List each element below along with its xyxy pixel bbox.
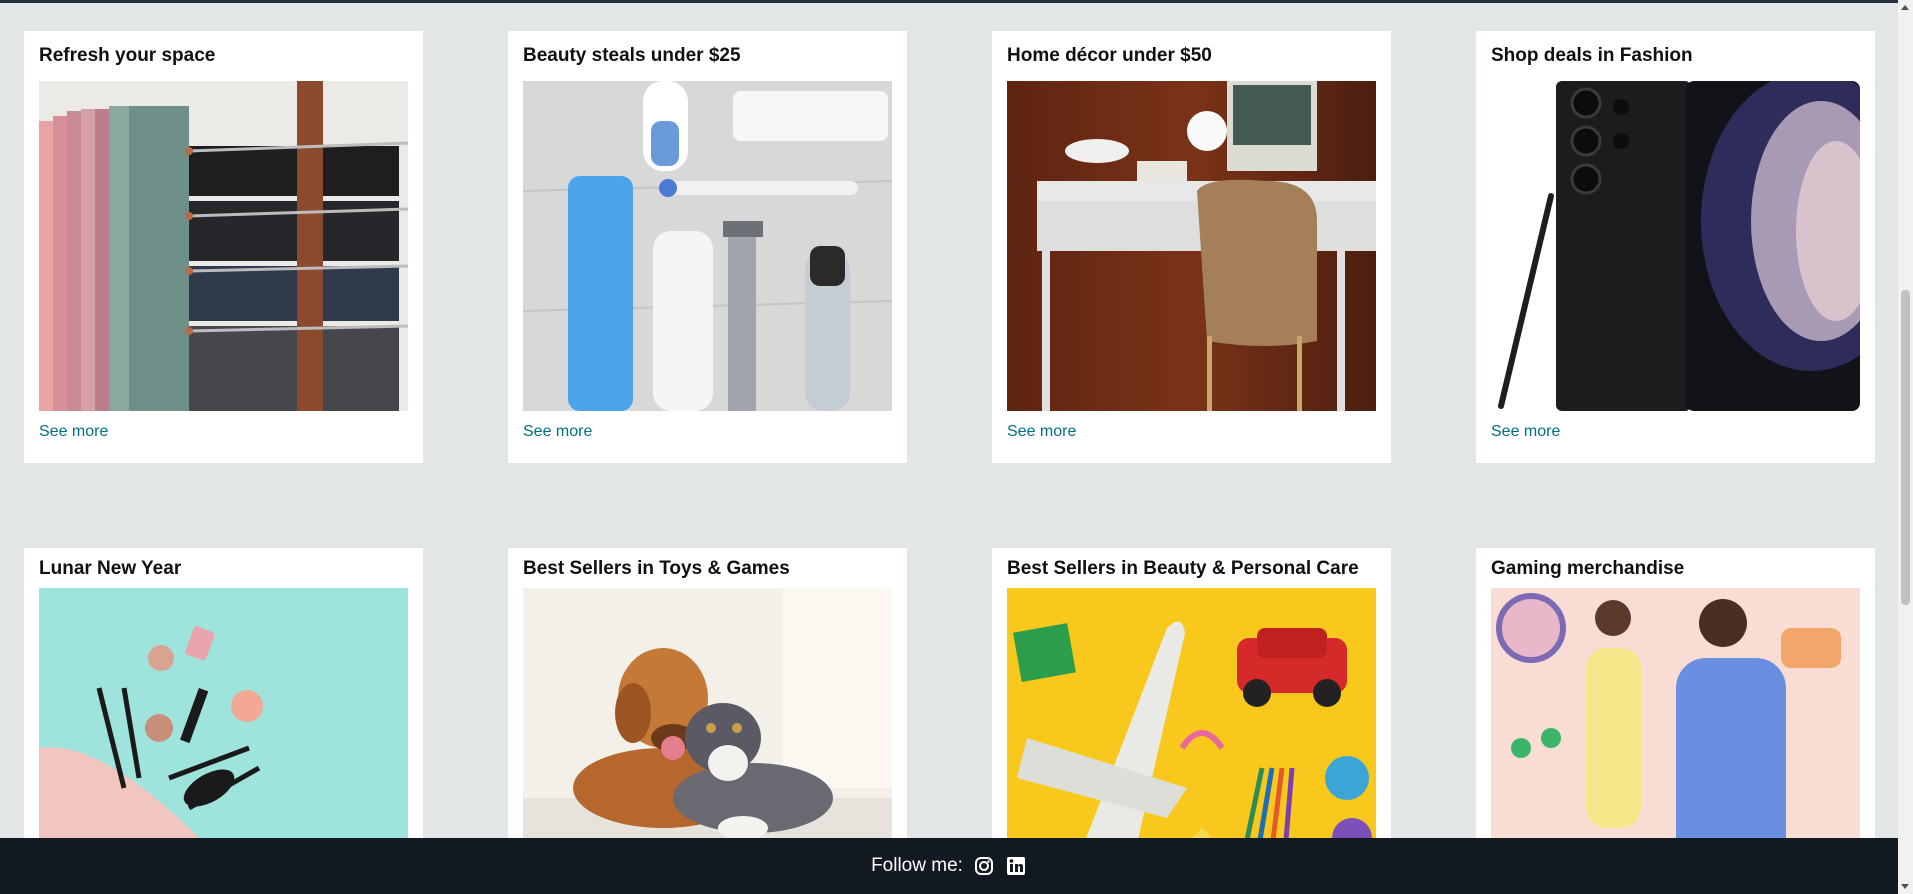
card-title: Best Sellers in Beauty & Personal Care: [1007, 558, 1359, 579]
card-gaming-merchandise: Gaming merchandise: [1476, 548, 1875, 888]
card-title: Refresh your space: [39, 45, 216, 66]
scroll-up-arrow-icon[interactable]: [1901, 5, 1909, 10]
card-beauty-steals: Beauty steals under $25 See more: [508, 31, 907, 463]
smartphone-with-stylus-image[interactable]: [1491, 81, 1860, 411]
card-title: Home décor under $50: [1007, 45, 1212, 66]
card-title: Shop deals in Fashion: [1491, 45, 1693, 66]
scrollbar-thumb[interactable]: [1901, 290, 1910, 605]
card-title: Lunar New Year: [39, 558, 182, 579]
card-title: Gaming merchandise: [1491, 558, 1685, 579]
card-title: Beauty steals under $25: [523, 45, 741, 66]
vertical-scrollbar[interactable]: [1898, 0, 1913, 894]
card-home-decor: Home décor under $50 See more: [992, 31, 1391, 463]
card-grid: Refresh your space See more Beauty steal…: [0, 0, 1898, 888]
desk-and-chair-image[interactable]: [1007, 81, 1376, 411]
card-fashion-deals: Shop deals in Fashion See more: [1476, 31, 1875, 463]
card-toys-games-best-sellers: Best Sellers in Toys & Games: [508, 548, 907, 888]
footer: Follow me:: [0, 838, 1898, 894]
see-more-link[interactable]: See more: [1491, 423, 1560, 441]
see-more-link[interactable]: See more: [39, 423, 108, 441]
see-more-link[interactable]: See more: [523, 423, 592, 441]
hangers-with-pants-image[interactable]: [39, 81, 408, 411]
follow-label: Follow me:: [871, 855, 963, 876]
linkedin-icon[interactable]: [1005, 855, 1027, 877]
scroll-down-arrow-icon[interactable]: [1901, 884, 1909, 889]
card-refresh-your-space: Refresh your space See more: [24, 31, 423, 463]
card-title: Best Sellers in Toys & Games: [523, 558, 790, 579]
instagram-icon[interactable]: [973, 855, 995, 877]
toiletries-flatlay-image[interactable]: [523, 81, 892, 411]
card-lunar-new-year: Lunar New Year: [24, 548, 423, 888]
see-more-link[interactable]: See more: [1007, 423, 1076, 441]
card-beauty-personal-care-best-sellers: Best Sellers in Beauty & Personal Care: [992, 548, 1391, 888]
